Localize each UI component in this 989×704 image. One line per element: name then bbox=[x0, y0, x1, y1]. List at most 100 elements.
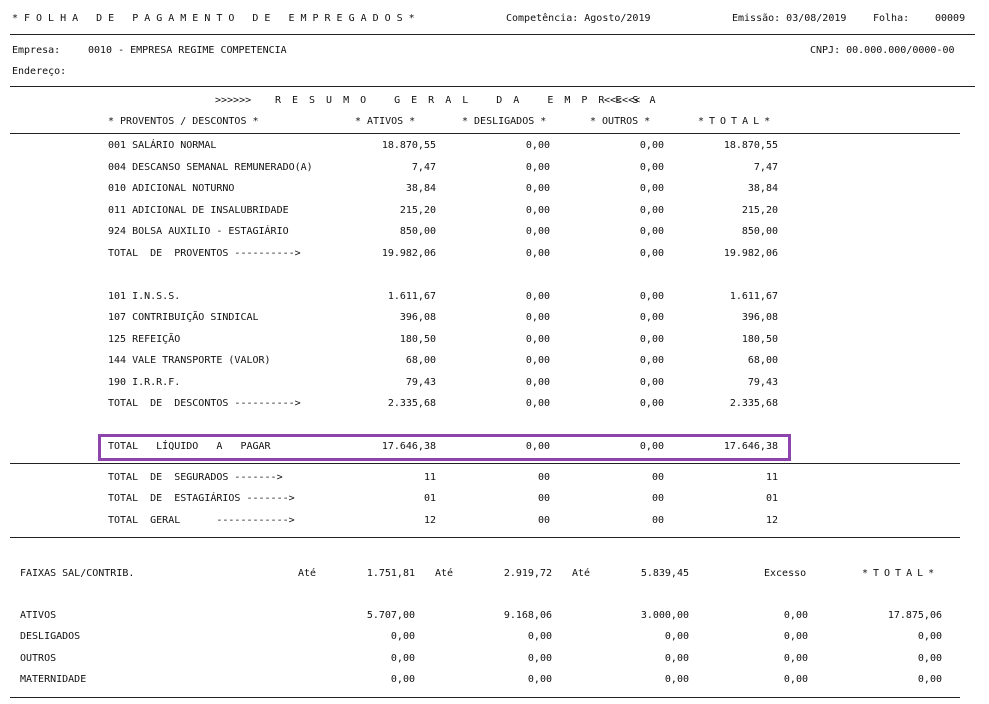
desconto-row-col-0: 190 I.R.R.F. bbox=[108, 377, 181, 388]
col-header-ativos: * ATIVOS * bbox=[355, 116, 416, 127]
desconto-row-col-3: 0,00 bbox=[639, 291, 664, 302]
provento-row-col-2: 0,00 bbox=[525, 226, 550, 237]
faixa-row-col-2: 9.168,06 bbox=[503, 610, 552, 621]
total-proventos-row-col-4: 19.982,06 bbox=[723, 248, 778, 259]
excesso-label: Excesso bbox=[764, 568, 807, 579]
desconto-row-col-4: 180,50 bbox=[741, 334, 778, 345]
divider bbox=[10, 34, 975, 35]
desconto-row-col-1: 1.611,67 bbox=[387, 291, 436, 302]
desconto-row-col-4: 79,43 bbox=[747, 377, 778, 388]
desconto-row-col-3: 0,00 bbox=[639, 334, 664, 345]
desconto-row-col-2: 0,00 bbox=[525, 334, 550, 345]
provento-row-col-1: 850,00 bbox=[399, 226, 436, 237]
count-row-col-2: 00 bbox=[537, 493, 550, 504]
resumo-arrows-right: <<<<<< bbox=[604, 95, 641, 106]
provento-row-col-3: 0,00 bbox=[639, 140, 664, 151]
faixa-row-col-4: 0,00 bbox=[783, 631, 808, 642]
endereco-label: Endereço: bbox=[12, 66, 67, 77]
provento-row-col-0: 010 ADICIONAL NOTURNO bbox=[108, 183, 235, 194]
col-header-total: *TOTAL* bbox=[698, 116, 776, 127]
provento-row-col-4: 18.870,55 bbox=[723, 140, 778, 151]
count-row-col-0: TOTAL GERAL ------------> bbox=[108, 515, 295, 526]
provento-row-col-3: 0,00 bbox=[639, 205, 664, 216]
provento-row-col-1: 18.870,55 bbox=[381, 140, 436, 151]
faixa-row-col-3: 3.000,00 bbox=[640, 610, 689, 621]
total-descontos-row-col-3: 0,00 bbox=[639, 398, 664, 409]
desconto-row-col-1: 68,00 bbox=[405, 355, 436, 366]
provento-row-col-0: 011 ADICIONAL DE INSALUBRIDADE bbox=[108, 205, 289, 216]
desconto-row-col-4: 396,08 bbox=[741, 312, 778, 323]
faixa-row-col-2: 0,00 bbox=[527, 653, 552, 664]
faixa-row-col-2: 0,00 bbox=[527, 674, 552, 685]
desconto-row-col-1: 79,43 bbox=[405, 377, 436, 388]
faixa3-value: 5.839,45 bbox=[640, 568, 689, 579]
count-row-col-1: 01 bbox=[423, 493, 436, 504]
faixa-row-col-3: 0,00 bbox=[664, 674, 689, 685]
empresa-label: Empresa: bbox=[12, 45, 61, 56]
faixa-row-col-4: 0,00 bbox=[783, 610, 808, 621]
faixa-row-col-1: 0,00 bbox=[390, 631, 415, 642]
desconto-row-col-2: 0,00 bbox=[525, 312, 550, 323]
empresa-value: 0010 - EMPRESA REGIME COMPETENCIA bbox=[88, 45, 287, 56]
faixa-row-col-5: 17.875,06 bbox=[887, 610, 942, 621]
provento-row-col-4: 215,20 bbox=[741, 205, 778, 216]
provento-row-col-2: 0,00 bbox=[525, 205, 550, 216]
faixa-row-col-0: MATERNIDADE bbox=[20, 674, 87, 685]
count-row-col-4: 12 bbox=[765, 515, 778, 526]
col-header-outros: * OUTROS * bbox=[590, 116, 651, 127]
count-row-col-3: 00 bbox=[651, 472, 664, 483]
provento-row-col-3: 0,00 bbox=[639, 162, 664, 173]
total-descontos-row-col-1: 2.335,68 bbox=[387, 398, 436, 409]
competencia: Competência: Agosto/2019 bbox=[506, 13, 651, 24]
count-row-col-3: 00 bbox=[651, 515, 664, 526]
faixa-row-col-3: 0,00 bbox=[664, 653, 689, 664]
total-proventos-row-col-3: 0,00 bbox=[639, 248, 664, 259]
count-row-col-2: 00 bbox=[537, 515, 550, 526]
divider bbox=[10, 697, 960, 698]
faixa2-value: 2.919,72 bbox=[503, 568, 552, 579]
faixa-row-col-0: ATIVOS bbox=[20, 610, 57, 621]
provento-row-col-4: 7,47 bbox=[753, 162, 778, 173]
desconto-row-col-4: 68,00 bbox=[747, 355, 778, 366]
total-proventos-row-col-0: TOTAL DE PROVENTOS ----------> bbox=[108, 248, 301, 259]
folha-number: 00009 bbox=[935, 13, 966, 24]
count-row-col-0: TOTAL DE ESTAGIÁRIOS -------> bbox=[108, 493, 295, 504]
faixa-row-col-3: 0,00 bbox=[664, 631, 689, 642]
provento-row-col-3: 0,00 bbox=[639, 226, 664, 237]
provento-row-col-0: 924 BOLSA AUXILIO - ESTAGIÁRIO bbox=[108, 226, 289, 237]
faixa-row-col-4: 0,00 bbox=[783, 674, 808, 685]
faixa1-value: 1.751,81 bbox=[366, 568, 415, 579]
faixa-row-col-0: OUTROS bbox=[20, 653, 57, 664]
desconto-row-col-3: 0,00 bbox=[639, 377, 664, 388]
provento-row-col-4: 38,84 bbox=[747, 183, 778, 194]
faixa-row-col-1: 0,00 bbox=[390, 674, 415, 685]
provento-row-col-0: 004 DESCANSO SEMANAL REMUNERADO(A) bbox=[108, 162, 313, 173]
faixa2-ate: Até bbox=[435, 568, 454, 579]
provento-row-col-0: 001 SALÁRIO NORMAL bbox=[108, 140, 217, 151]
total-proventos-row-col-1: 19.982,06 bbox=[381, 248, 436, 259]
faixa-row-col-4: 0,00 bbox=[783, 653, 808, 664]
faixa-row-col-0: DESLIGADOS bbox=[20, 631, 81, 642]
desconto-row-col-0: 101 I.N.S.S. bbox=[108, 291, 181, 302]
count-row-col-0: TOTAL DE SEGURADOS -------> bbox=[108, 472, 283, 483]
provento-row-col-2: 0,00 bbox=[525, 183, 550, 194]
provento-row-col-1: 215,20 bbox=[399, 205, 436, 216]
provento-row-col-2: 0,00 bbox=[525, 140, 550, 151]
provento-row-col-1: 38,84 bbox=[405, 183, 436, 194]
col-header-desligados: * DESLIGADOS * bbox=[462, 116, 547, 127]
resumo-arrows-left: >>>>>> bbox=[215, 95, 252, 106]
faixa-row-col-5: 0,00 bbox=[917, 674, 942, 685]
faixas-label: FAIXAS SAL/CONTRIB. bbox=[20, 568, 135, 579]
report-title: *FOLHA DE PAGAMENTO DE EMPREGADOS* bbox=[12, 13, 421, 24]
desconto-row-col-2: 0,00 bbox=[525, 291, 550, 302]
count-row-col-1: 11 bbox=[423, 472, 436, 483]
divider bbox=[10, 537, 960, 538]
desconto-row-col-1: 396,08 bbox=[399, 312, 436, 323]
faixa1-ate: Até bbox=[298, 568, 317, 579]
desconto-row-col-4: 1.611,67 bbox=[729, 291, 778, 302]
desconto-row-col-0: 107 CONTRIBUIÇÃO SINDICAL bbox=[108, 312, 259, 323]
desconto-row-col-1: 180,50 bbox=[399, 334, 436, 345]
divider bbox=[10, 133, 960, 134]
faixa-row-col-1: 5.707,00 bbox=[366, 610, 415, 621]
cnpj: CNPJ: 00.000.000/0000-00 bbox=[810, 45, 955, 56]
